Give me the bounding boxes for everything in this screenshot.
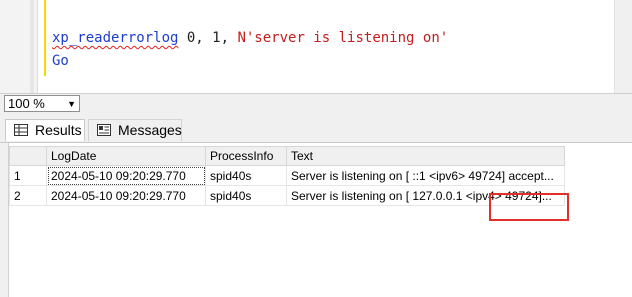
gutter-stripe [30, 0, 34, 93]
highlight-box [489, 193, 569, 221]
chevron-down-icon: ▼ [67, 99, 76, 109]
messages-icon [97, 124, 111, 136]
results-panel: LogDate ProcessInfo Text 1 2024-05-10 09… [0, 142, 632, 297]
cell-processinfo[interactable]: spid40s [205, 165, 287, 186]
column-header-processinfo[interactable]: ProcessInfo [205, 146, 287, 166]
row-number[interactable]: 1 [9, 165, 47, 186]
row-number-header[interactable] [9, 146, 47, 166]
zoom-dropdown[interactable]: 100 % ▼ [4, 95, 80, 112]
cell-logdate[interactable]: 2024-05-10 09:20:29.770 [46, 185, 206, 206]
code-line-1[interactable]: xp_readerrorlog 0, 1, N'server is listen… [52, 30, 448, 46]
tab-results[interactable]: Results [5, 119, 85, 141]
tab-messages-label: Messages [118, 122, 182, 138]
tab-messages[interactable]: Messages [88, 119, 182, 141]
change-indicator-bar [44, 0, 46, 76]
table-row[interactable]: 2 2024-05-10 09:20:29.770 spid40s Server… [9, 185, 565, 206]
zoom-value: 100 % [8, 96, 45, 111]
editor-vertical-scrollbar[interactable] [614, 0, 632, 93]
cell-processinfo[interactable]: spid40s [205, 185, 287, 206]
column-header-text[interactable]: Text [286, 146, 565, 166]
editor-gutter [0, 0, 38, 93]
zoom-bar: 100 % ▼ [0, 93, 632, 116]
column-header-logdate[interactable]: LogDate [46, 146, 206, 166]
function-name: xp_readerrorlog [52, 30, 179, 46]
table-row[interactable]: 1 2024-05-10 09:20:29.770 spid40s Server… [9, 165, 565, 186]
row-number[interactable]: 2 [9, 185, 47, 206]
query-editor[interactable]: xp_readerrorlog 0, 1, N'server is listen… [0, 0, 632, 93]
grid-icon [14, 124, 28, 136]
code-line-2[interactable]: Go [52, 53, 69, 69]
results-left-edge [0, 143, 9, 297]
cell-text[interactable]: Server is listening on [ ::1 <ipv6> 4972… [286, 165, 565, 186]
result-tabs: Results Messages [0, 115, 632, 142]
results-grid[interactable]: LogDate ProcessInfo Text 1 2024-05-10 09… [9, 146, 565, 206]
function-args: 0, 1, [178, 30, 238, 46]
header-row: LogDate ProcessInfo Text [9, 146, 565, 166]
tab-results-label: Results [35, 122, 82, 138]
cell-logdate[interactable]: 2024-05-10 09:20:29.770 [46, 165, 206, 186]
string-literal: N'server is listening on' [237, 30, 449, 46]
